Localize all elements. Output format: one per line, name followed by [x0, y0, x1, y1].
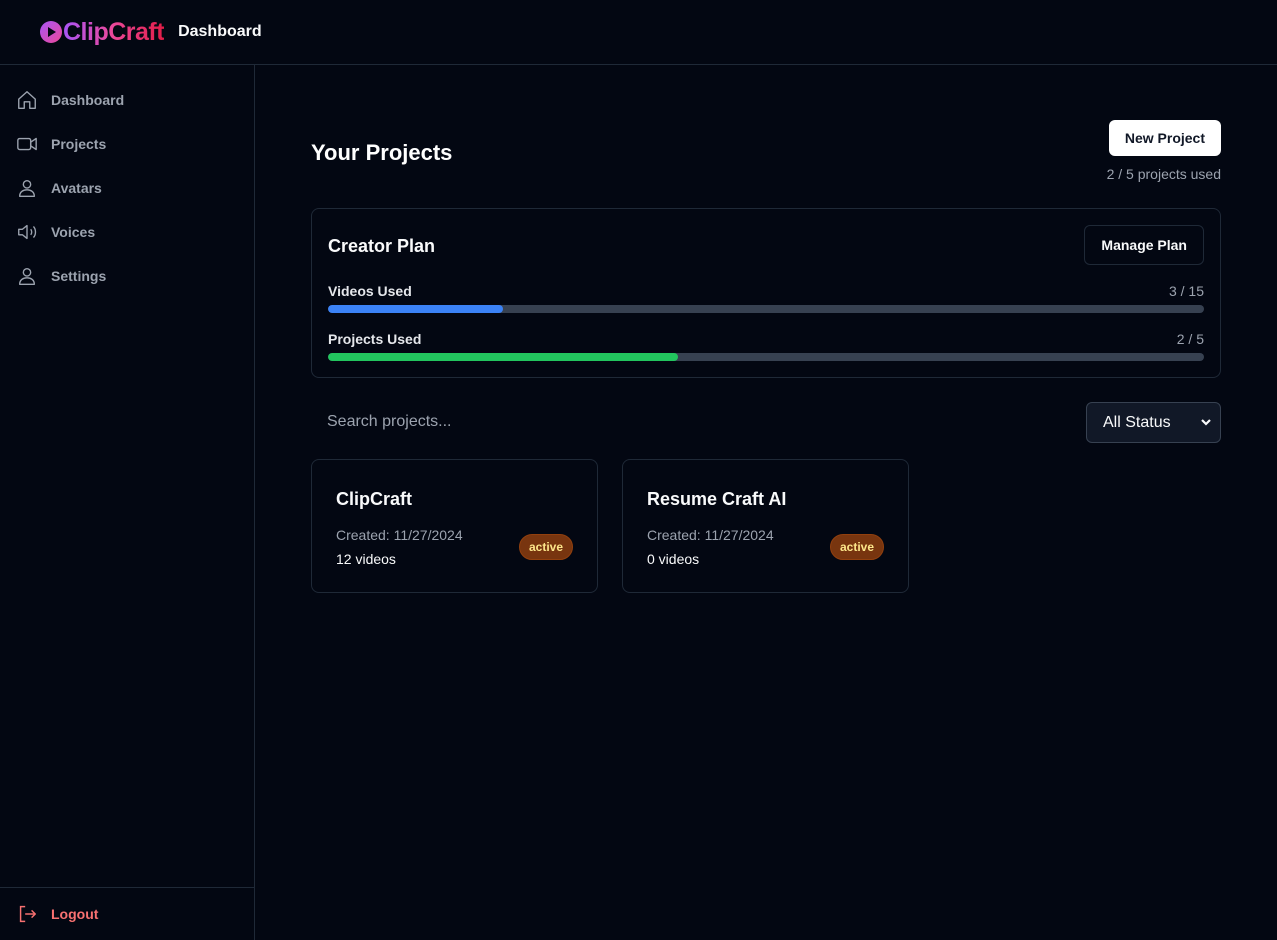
progress-track — [328, 305, 1204, 313]
projects-usage-text: 2 / 5 projects used — [1106, 166, 1221, 182]
main-content: Your Projects New Project 2 / 5 projects… — [311, 120, 1221, 593]
sidebar-item-projects[interactable]: Projects — [0, 122, 254, 166]
page-title: Your Projects — [311, 140, 453, 165]
status-badge: active — [829, 534, 884, 560]
plan-title: Creator Plan — [328, 236, 436, 256]
status-filter-value: All Status — [1103, 413, 1171, 431]
meter-label: Projects Used — [328, 331, 422, 347]
play-icon — [40, 21, 62, 43]
page-header: Your Projects New Project 2 / 5 projects… — [311, 120, 1221, 190]
logout-icon — [19, 905, 36, 923]
sidebar-item-settings[interactable]: Settings — [0, 254, 254, 298]
sidebar-item-label: Avatars — [51, 180, 102, 196]
progress-track — [328, 353, 1204, 361]
meter-value: 3 / 15 — [1168, 283, 1204, 299]
sidebar: Dashboard Projects Avatars Voices Settin… — [0, 65, 255, 940]
progress-fill — [328, 305, 504, 313]
filter-row: All Status — [311, 402, 1221, 443]
project-created: Created: 11/27/2024 — [336, 527, 463, 543]
logout-button[interactable]: Logout — [0, 887, 254, 940]
chevron-down-icon — [1201, 419, 1211, 426]
video-icon — [17, 137, 37, 151]
user-icon — [18, 267, 36, 285]
project-name: Resume Craft AI — [647, 489, 787, 509]
project-list: ClipCraft Created: 11/27/2024 12 videos … — [311, 459, 1221, 593]
project-card[interactable]: Resume Craft AI Created: 11/27/2024 0 vi… — [622, 459, 909, 593]
home-icon — [18, 91, 36, 109]
meter-value: 2 / 5 — [1176, 331, 1204, 347]
sidebar-item-label: Settings — [51, 268, 107, 284]
project-video-count: 0 videos — [647, 551, 700, 567]
new-project-button[interactable]: New Project — [1108, 120, 1221, 156]
plan-card: Creator Plan Manage Plan Videos Used 3 /… — [311, 208, 1221, 378]
project-video-count: 12 videos — [336, 551, 396, 567]
sidebar-item-voices[interactable]: Voices — [0, 210, 254, 254]
user-icon — [18, 179, 36, 197]
brand-name: ClipCraft — [63, 17, 165, 46]
progress-fill — [328, 353, 679, 361]
speaker-icon — [18, 224, 37, 240]
sidebar-item-dashboard[interactable]: Dashboard — [0, 78, 254, 122]
sidebar-item-avatars[interactable]: Avatars — [0, 166, 254, 210]
sidebar-nav: Dashboard Projects Avatars Voices Settin… — [0, 65, 254, 298]
projects-used-meter: Projects Used 2 / 5 — [328, 331, 1204, 361]
manage-plan-button[interactable]: Manage Plan — [1084, 225, 1204, 265]
videos-used-meter: Videos Used 3 / 15 — [328, 283, 1204, 313]
status-filter-select[interactable]: All Status — [1086, 402, 1221, 443]
sidebar-item-label: Voices — [51, 224, 96, 240]
logout-label: Logout — [51, 906, 99, 922]
sidebar-item-label: Projects — [51, 136, 107, 152]
project-created: Created: 11/27/2024 — [647, 527, 774, 543]
search-input[interactable] — [311, 402, 1071, 442]
sidebar-item-label: Dashboard — [51, 92, 125, 108]
project-name: ClipCraft — [336, 489, 412, 509]
status-badge: active — [518, 534, 573, 560]
top-bar: ClipCraft Dashboard — [0, 0, 1277, 65]
page-header-title: Dashboard — [178, 23, 262, 40]
brand-logo[interactable]: ClipCraft — [40, 17, 165, 47]
project-card[interactable]: ClipCraft Created: 11/27/2024 12 videos … — [311, 459, 598, 593]
meter-label: Videos Used — [328, 283, 412, 299]
